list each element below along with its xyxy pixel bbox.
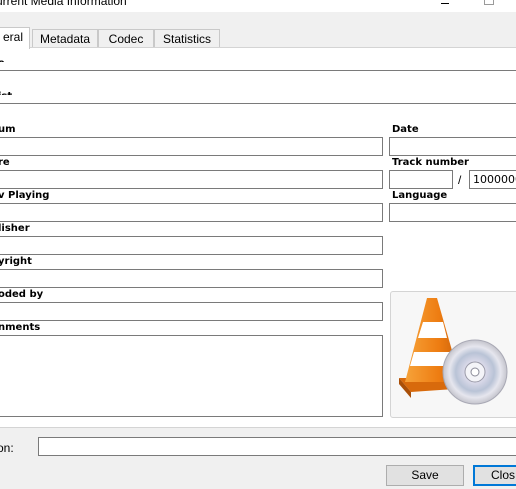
album-label: um: [0, 124, 16, 135]
language-field[interactable]: [389, 203, 516, 222]
genre-label: re: [0, 157, 10, 168]
now-playing-field[interactable]: [0, 203, 383, 222]
track-number-label: Track number: [392, 157, 469, 168]
language-label: Language: [392, 190, 448, 201]
tab-bar: eral Metadata Codec Statistics: [0, 27, 516, 49]
now-playing-label: v Playing: [0, 190, 50, 201]
publisher-field[interactable]: [0, 236, 383, 255]
tab-codec[interactable]: Codec: [98, 29, 154, 47]
save-metadata-button[interactable]: Save Metadata: [386, 465, 464, 489]
date-label: Date: [392, 124, 419, 135]
tab-general[interactable]: eral: [0, 27, 30, 49]
encoded-by-field[interactable]: [0, 302, 383, 321]
album-field[interactable]: [0, 137, 383, 156]
track-separator: /: [458, 173, 462, 187]
publisher-label: lisher: [0, 223, 30, 234]
date-field[interactable]: [389, 137, 516, 156]
window-title: urrent Media Information: [0, 0, 127, 8]
cover-art[interactable]: [390, 291, 516, 418]
copyright-label: yright: [0, 256, 32, 267]
title-field[interactable]: [0, 62, 516, 71]
tab-metadata[interactable]: Metadata: [32, 29, 98, 47]
vlc-cone-disc-icon: [399, 298, 508, 405]
title-bar: urrent Media Information: [0, 0, 516, 12]
encoded-by-label: oded by: [0, 289, 44, 300]
location-field[interactable]: [38, 437, 516, 456]
maximize-icon[interactable]: [484, 0, 494, 5]
comments-field[interactable]: [0, 335, 383, 417]
location-label: on:: [0, 441, 14, 455]
copyright-field[interactable]: [0, 269, 383, 288]
comments-label: nments: [0, 322, 41, 333]
artist-field[interactable]: [0, 95, 516, 104]
media-information-dialog: urrent Media Information eral Metadata C…: [0, 0, 516, 489]
close-button[interactable]: Clos: [473, 465, 516, 486]
track-number-field[interactable]: [389, 170, 453, 189]
track-total-field[interactable]: 1000000.: [469, 170, 516, 189]
minimize-icon[interactable]: [441, 0, 449, 4]
genre-field[interactable]: [0, 170, 383, 189]
tab-statistics[interactable]: Statistics: [154, 29, 220, 47]
